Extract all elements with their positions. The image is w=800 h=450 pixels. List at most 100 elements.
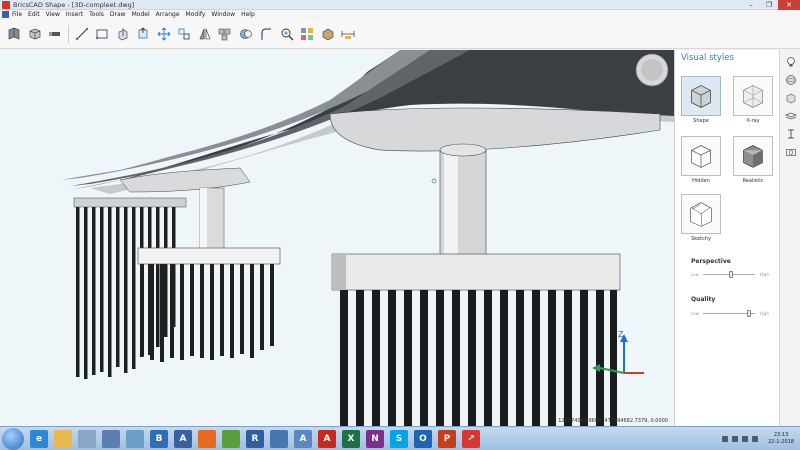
bar-icon[interactable] [47,26,63,42]
style-label: Hidden [692,178,710,184]
menu-tools[interactable]: Tools [89,11,104,18]
powerpoint-icon[interactable]: P [438,429,456,448]
solid-box-icon[interactable] [27,26,43,42]
menu-model[interactable]: Model [132,11,150,18]
archicad-icon[interactable]: A [174,429,192,448]
xray-cube-icon [743,85,763,108]
visual-styles-panel: Visual styles Shape X-ray Hidden Realist… [674,50,779,426]
zoom-icon[interactable] [279,26,295,42]
mirror-icon[interactable] [197,26,213,42]
bricscad-icon[interactable]: B [150,429,168,448]
menu-edit[interactable]: Edit [28,11,40,18]
lightbulb-icon[interactable] [783,54,798,69]
maximize-button[interactable]: ❐ [760,0,778,10]
main-toolbar [0,19,800,49]
line-icon[interactable] [74,26,90,42]
revit-icon[interactable]: R [246,429,264,448]
style-shape[interactable]: Shape [679,76,723,124]
quality-slider[interactable]: Low High [691,310,769,317]
panel-title: Visual styles [681,53,734,63]
outlook-icon[interactable]: O [414,429,432,448]
material-icon[interactable] [320,26,336,42]
sketch-icon[interactable] [102,429,120,448]
clock-time: 23:13 [773,432,789,438]
start-button[interactable] [2,427,24,450]
style-label: Sketchy [691,236,711,242]
style-xray[interactable]: X-ray [731,76,775,124]
camera-icon[interactable] [783,144,798,159]
style-label: Shape [693,118,709,124]
autodesk-icon[interactable] [270,429,288,448]
perspective-label: Perspective [691,258,731,265]
menu-help[interactable]: Help [241,11,255,18]
layers-icon[interactable] [783,108,798,123]
quality-slider-knob[interactable] [747,310,752,317]
book-icon[interactable] [6,26,22,42]
app-menu-icon[interactable] [2,11,9,18]
move-icon[interactable] [156,26,172,42]
model-viewport[interactable]: Z 124874080.9600, 477894682.7379, 0.0000 [0,50,674,426]
skype-icon[interactable]: S [390,429,408,448]
cube-icon[interactable] [783,90,798,105]
sketchy-cube-icon [690,202,712,227]
toolbar-separator [67,24,69,43]
clock[interactable]: 23:13 22-1-2018 [768,432,794,446]
excel-icon[interactable]: X [342,429,360,448]
paint-icon[interactable] [78,429,96,448]
ie-icon[interactable]: e [30,429,48,448]
perspective-slider-knob[interactable] [729,271,734,278]
menu-file[interactable]: File [12,11,22,18]
style-hidden[interactable]: Hidden [679,136,723,184]
dimension-icon[interactable] [340,26,356,42]
ucs-z-label: Z [618,330,624,339]
app-icon[interactable]: A [294,429,312,448]
chrome-icon[interactable] [222,429,240,448]
style-realistic[interactable]: Realistic [731,136,775,184]
quality-min-label: Low [691,311,699,316]
menu-arrange[interactable]: Arrange [156,11,180,18]
perspective-max-label: High [759,272,769,277]
library-icon[interactable] [299,26,315,42]
minimize-button[interactable]: – [742,0,760,10]
coordinate-readout: 124874080.9600, 477894682.7379, 0.0000 [558,418,668,424]
close-button[interactable]: ✕ [778,0,800,10]
fillet-icon[interactable] [258,26,274,42]
bridge-model [0,50,674,426]
flag-icon[interactable] [752,436,759,442]
menu-view[interactable]: View [46,11,60,18]
perspective-min-label: Low [691,272,699,277]
beam-icon[interactable] [783,126,798,141]
array-icon[interactable] [217,26,233,42]
menu-window[interactable]: Window [211,11,235,18]
menu-draw[interactable]: Draw [110,11,126,18]
realistic-cube-icon [743,145,763,168]
acrobat-icon[interactable]: A [318,429,336,448]
rotate-icon[interactable] [176,26,192,42]
volume-icon[interactable] [742,436,749,442]
bricscad-shape-icon[interactable]: ↗ [462,429,480,448]
menu-bar: File Edit View Insert Tools Draw Model A… [0,10,800,19]
push-pull-icon[interactable] [135,26,151,42]
window-controls: – ❐ ✕ [742,0,800,10]
firefox-icon[interactable] [198,429,216,448]
quality-label: Quality [691,296,716,303]
onenote-icon[interactable]: N [366,429,384,448]
windows-taskbar: e B A R A A X N S O P ↗ 23:13 22-1-2018 [0,426,800,450]
subtract-icon[interactable] [238,26,254,42]
tray-arrow-icon[interactable] [722,436,729,442]
bricscad-logo-icon [2,0,10,9]
perspective-slider[interactable]: Low High [691,271,769,278]
image-icon[interactable] [126,429,144,448]
extrude-icon[interactable] [115,26,131,42]
app-window: BricsCAD Shape - [3D-compleet.dwg] – ❐ ✕… [0,0,800,450]
sphere-icon[interactable] [783,72,798,87]
network-icon[interactable] [732,436,739,442]
menu-insert[interactable]: Insert [66,11,83,18]
far-pile-group [73,197,187,379]
menu-modify[interactable]: Modify [186,11,206,18]
near-pile-cap [331,253,621,426]
style-sketchy[interactable]: Sketchy [679,194,723,242]
rectangle-icon[interactable] [94,26,110,42]
folder-icon[interactable] [54,429,72,448]
view-cube[interactable] [635,53,669,87]
